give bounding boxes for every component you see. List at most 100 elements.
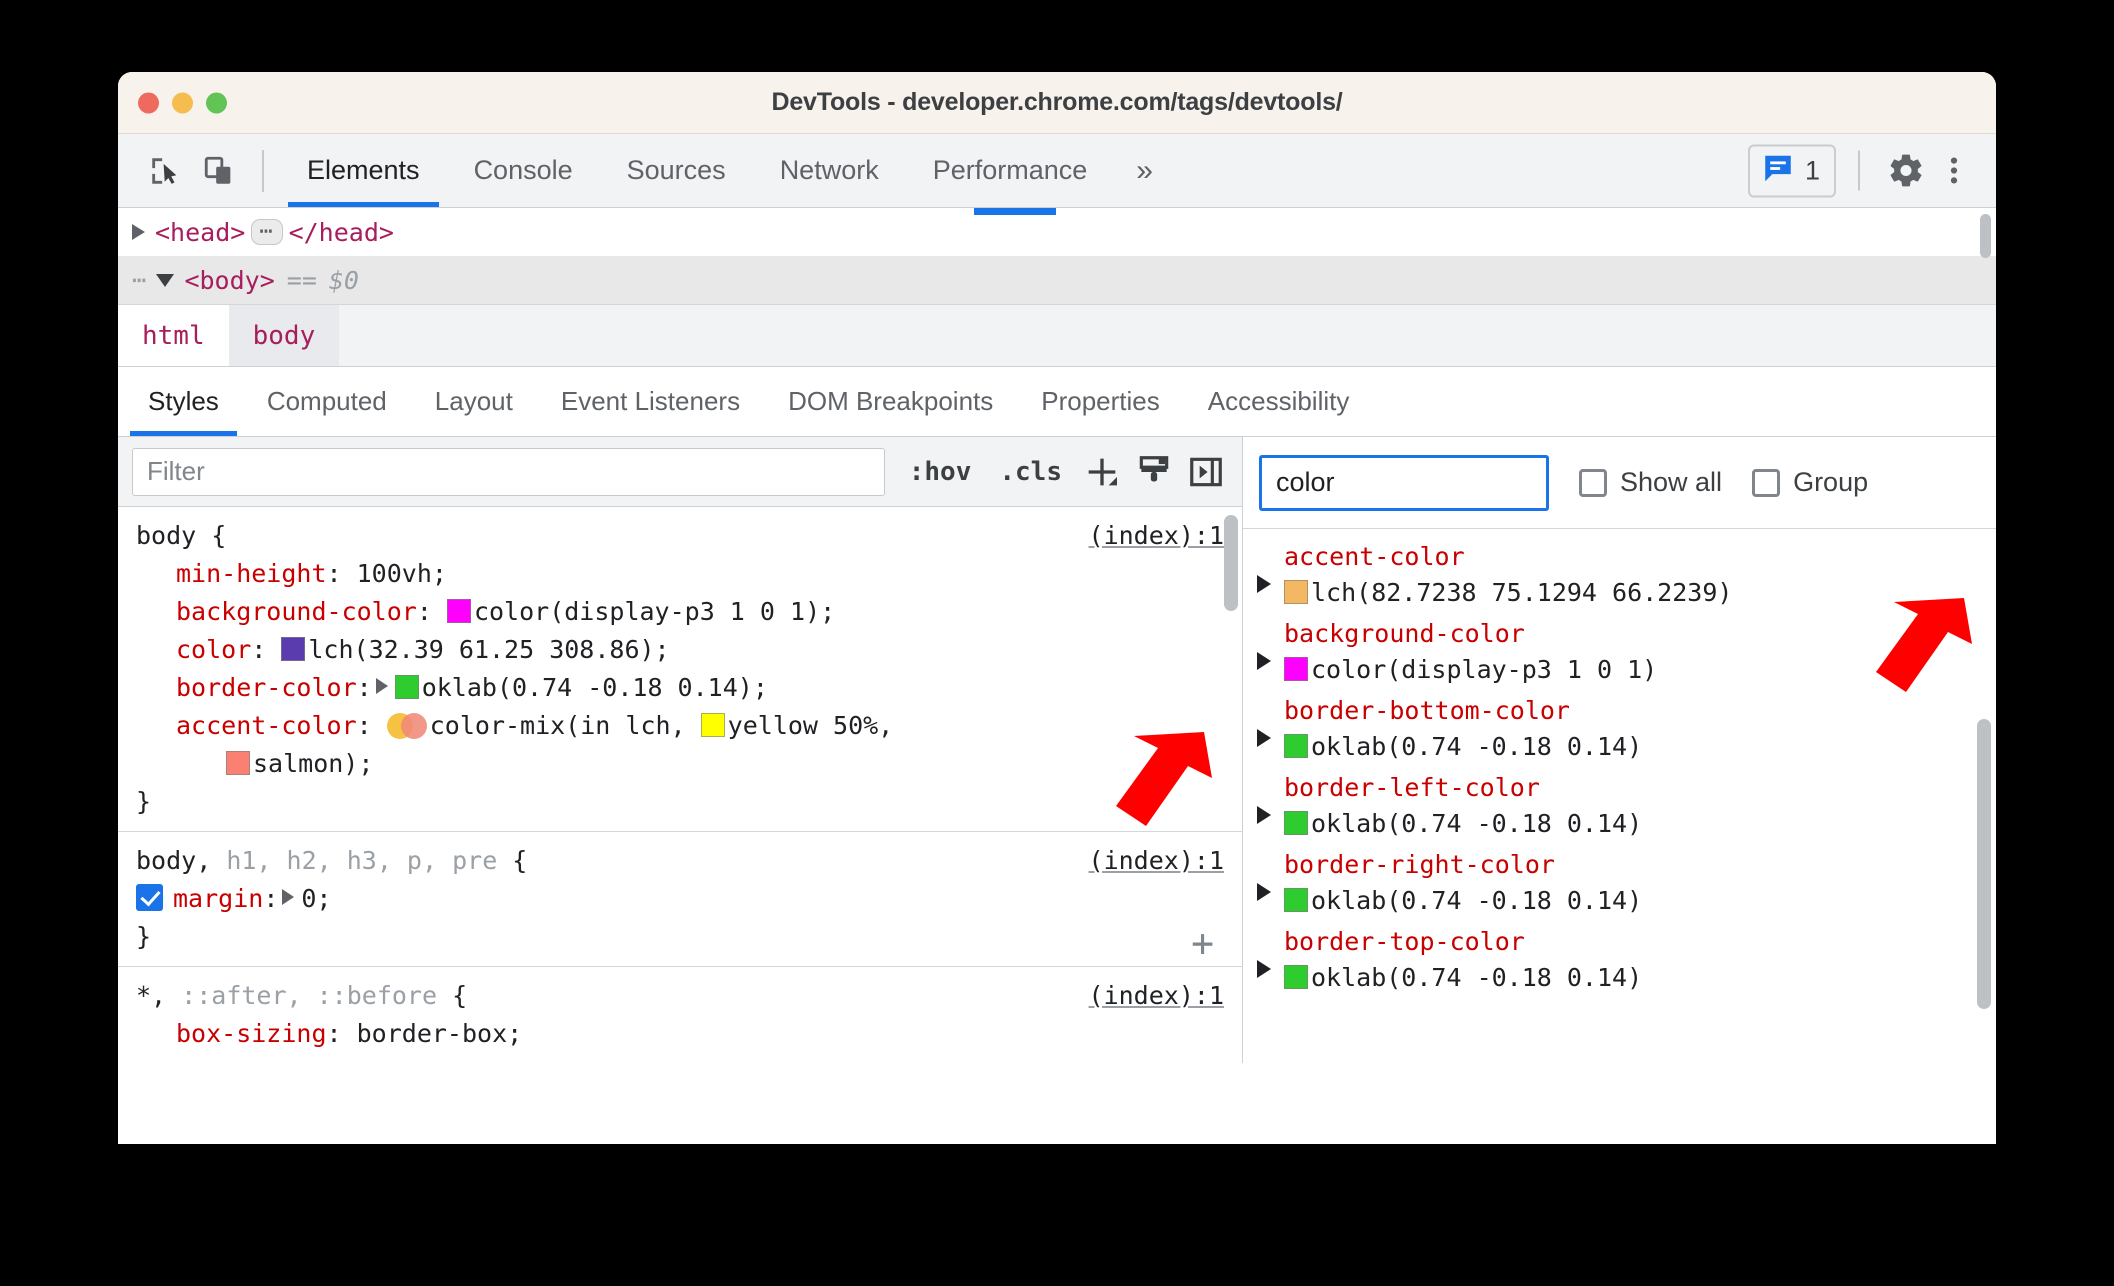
- declaration-property[interactable]: border-color: [176, 673, 357, 702]
- computed-property-border-left-color[interactable]: border-left-color oklab(0.74 -0.18 0.14): [1243, 770, 1996, 847]
- computed-pane-scrollbar[interactable]: [1977, 719, 1991, 1009]
- declaration-value[interactable]: 0;: [301, 884, 331, 913]
- add-declaration-button[interactable]: +: [1191, 924, 1214, 962]
- declaration-value[interactable]: lch(32.39 61.25 308.86);: [308, 635, 669, 664]
- copy-styles-paintbrush-icon[interactable]: [1128, 448, 1180, 496]
- color-swatch[interactable]: [1284, 810, 1308, 835]
- show-all-checkbox[interactable]: [1579, 468, 1607, 497]
- expand-triangle-icon[interactable]: [1257, 960, 1271, 978]
- color-swatch[interactable]: [1284, 733, 1308, 758]
- declaration-background-color[interactable]: background-color: color(display-p3 1 0 1…: [118, 593, 1242, 631]
- minimize-window-button[interactable]: [172, 92, 193, 113]
- breadcrumb-item-html[interactable]: html: [118, 305, 229, 366]
- declaration-property[interactable]: accent-color: [176, 711, 357, 740]
- declaration-property[interactable]: min-height: [176, 559, 327, 588]
- show-all-checkbox-row[interactable]: Show all: [1579, 467, 1722, 498]
- group-checkbox-row[interactable]: Group: [1752, 467, 1868, 498]
- color-swatch[interactable]: [1284, 887, 1308, 912]
- styles-filter-input[interactable]: Filter: [132, 447, 885, 496]
- computed-property-background-color[interactable]: background-color color(display-p3 1 0 1): [1243, 616, 1996, 693]
- more-tabs-chevron-icon[interactable]: »: [1114, 134, 1175, 207]
- declaration-margin[interactable]: margin: 0;: [118, 880, 1242, 918]
- collapsed-children-badge[interactable]: ⋯: [251, 219, 283, 245]
- expand-triangle-icon[interactable]: [1257, 806, 1271, 824]
- dom-node-head[interactable]: <head> ⋯ </head>: [118, 208, 1996, 256]
- dom-tree-scrollbar[interactable]: [1980, 214, 1991, 258]
- css-rule-universal[interactable]: *, ::after, ::before { (index):1 box-siz…: [118, 967, 1242, 1063]
- computed-property-border-top-color[interactable]: border-top-color oklab(0.74 -0.18 0.14): [1243, 924, 1996, 1001]
- expand-triangle-icon[interactable]: [132, 224, 145, 240]
- tab-console[interactable]: Console: [447, 134, 600, 207]
- tab-computed[interactable]: Computed: [243, 367, 411, 436]
- close-window-button[interactable]: [138, 92, 159, 113]
- computed-property-border-right-color[interactable]: border-right-color oklab(0.74 -0.18 0.14…: [1243, 847, 1996, 924]
- tab-dom-breakpoints[interactable]: DOM Breakpoints: [764, 367, 1017, 436]
- computed-properties-list[interactable]: accent-color lch(82.7238 75.1294 66.2239…: [1243, 529, 1996, 1063]
- declaration-enabled-checkbox[interactable]: [136, 884, 163, 911]
- declaration-value[interactable]: color(display-p3 1 0 1);: [474, 597, 835, 626]
- toggle-computed-sidebar-icon[interactable]: [1180, 448, 1232, 496]
- css-rules-list[interactable]: body { (index):1 min-height: 100vh; back…: [118, 507, 1242, 1063]
- expand-shorthand-icon[interactable]: [375, 678, 388, 694]
- declaration-value[interactable]: border-box;: [357, 1019, 523, 1048]
- device-toolbar-icon[interactable]: [196, 148, 242, 194]
- color-swatch-salmon[interactable]: [226, 751, 250, 775]
- cls-button[interactable]: .cls: [985, 457, 1076, 487]
- gear-icon[interactable]: [1882, 147, 1930, 195]
- computed-filter-input[interactable]: color: [1259, 454, 1549, 511]
- declaration-property[interactable]: box-sizing: [176, 1019, 327, 1048]
- declaration-accent-color[interactable]: accent-color: color-mix(in lch, yellow 5…: [118, 707, 1242, 745]
- declaration-box-sizing[interactable]: box-sizing: border-box;: [118, 1015, 1242, 1053]
- rule-origin-link[interactable]: (index):1: [1089, 842, 1224, 880]
- declaration-accent-color-continuation[interactable]: salmon);: [118, 745, 1242, 783]
- tab-elements[interactable]: Elements: [280, 134, 447, 207]
- expand-triangle-icon[interactable]: [1257, 729, 1271, 747]
- color-swatch[interactable]: [1284, 964, 1308, 989]
- breadcrumb-item-body[interactable]: body: [228, 305, 340, 366]
- declaration-value-part2[interactable]: yellow 50%,: [728, 711, 894, 740]
- color-swatch[interactable]: [446, 599, 471, 623]
- css-rule-body-headings[interactable]: body, h1, h2, h3, p, pre { (index):1 mar…: [118, 832, 1242, 967]
- rule-origin-link[interactable]: (index):1: [1089, 517, 1224, 555]
- dom-tree[interactable]: <head> ⋯ </head> ⋯ <body> == $0: [118, 208, 1996, 305]
- overflow-menu-icon[interactable]: [1930, 147, 1978, 195]
- rule-selector-nonmatching[interactable]: ::after, ::before: [166, 981, 452, 1010]
- hov-button[interactable]: :hov: [895, 457, 986, 487]
- tab-performance[interactable]: Performance: [906, 134, 1115, 207]
- color-mix-swatch[interactable]: [386, 713, 427, 739]
- rule-origin-link[interactable]: (index):1: [1089, 977, 1224, 1015]
- declaration-value-part3[interactable]: salmon);: [253, 749, 373, 778]
- color-swatch[interactable]: [281, 637, 306, 661]
- color-swatch[interactable]: [1284, 656, 1308, 681]
- declaration-value[interactable]: color-mix(in lch,: [430, 711, 701, 740]
- declaration-color[interactable]: color: lch(32.39 61.25 308.86);: [118, 631, 1242, 669]
- dom-gutter-dots[interactable]: ⋯: [132, 266, 148, 294]
- inspect-element-icon[interactable]: [142, 148, 188, 194]
- tab-properties[interactable]: Properties: [1017, 367, 1184, 436]
- tab-sources[interactable]: Sources: [600, 134, 753, 207]
- color-swatch[interactable]: [394, 675, 419, 699]
- declaration-min-height[interactable]: min-height: 100vh;: [118, 555, 1242, 593]
- tab-styles[interactable]: Styles: [124, 367, 243, 436]
- declaration-value[interactable]: 100vh;: [357, 559, 447, 588]
- color-swatch[interactable]: [1284, 579, 1308, 604]
- tab-network[interactable]: Network: [753, 134, 906, 207]
- declaration-property[interactable]: color: [176, 635, 251, 664]
- tab-accessibility[interactable]: Accessibility: [1184, 367, 1374, 436]
- styles-pane-scrollbar[interactable]: [1224, 515, 1238, 611]
- expand-triangle-icon[interactable]: [1257, 652, 1271, 670]
- issues-button[interactable]: 1: [1747, 144, 1836, 197]
- group-checkbox[interactable]: [1752, 468, 1781, 497]
- new-style-rule-icon[interactable]: [1076, 448, 1128, 496]
- computed-property-border-bottom-color[interactable]: border-bottom-color oklab(0.74 -0.18 0.1…: [1243, 693, 1996, 770]
- rule-selector-matching[interactable]: *,: [136, 981, 166, 1010]
- color-swatch-yellow[interactable]: [700, 713, 725, 737]
- css-rule-body[interactable]: body { (index):1 min-height: 100vh; back…: [118, 507, 1242, 832]
- dom-node-body[interactable]: ⋯ <body> == $0: [118, 256, 1996, 304]
- expand-shorthand-icon[interactable]: [282, 889, 295, 905]
- declaration-value[interactable]: oklab(0.74 -0.18 0.14);: [422, 673, 768, 702]
- tab-event-listeners[interactable]: Event Listeners: [537, 367, 764, 436]
- declaration-property[interactable]: margin: [173, 884, 263, 913]
- maximize-window-button[interactable]: [206, 92, 227, 113]
- collapse-triangle-icon[interactable]: [156, 273, 175, 287]
